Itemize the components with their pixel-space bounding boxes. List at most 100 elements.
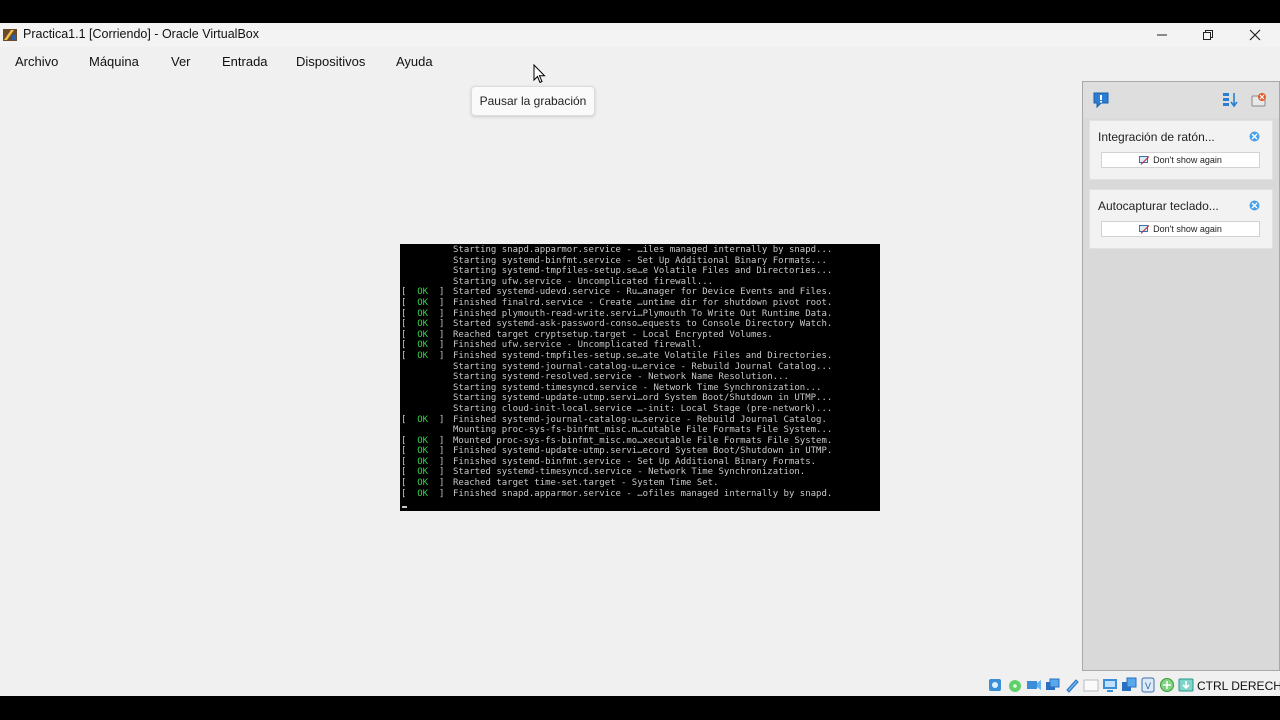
usb-icon[interactable] (1064, 677, 1080, 693)
ok-status: OK (417, 297, 429, 308)
notification-title: Integración de ratón... (1098, 130, 1215, 144)
capture-icon[interactable]: V (1140, 677, 1156, 693)
boot-message: Starting systemd-update-utmp.servi…ord S… (453, 393, 833, 404)
boot-message: Finished plymouth-read-write.servi…Plymo… (453, 308, 833, 319)
boot-status: [ OK ] (401, 308, 445, 319)
boot-log-line: [ OK ] Finished snapd.apparmor.service - … (401, 489, 879, 500)
boot-status: [ OK ] (401, 350, 445, 361)
mouse-cursor-icon (533, 64, 546, 84)
close-button[interactable] (1232, 23, 1278, 47)
menu-archivo[interactable]: Archivo (15, 54, 58, 69)
boot-message: Starting systemd-timesyncd.service - Net… (453, 382, 822, 393)
clear-notifications-icon[interactable] (1250, 91, 1268, 109)
boot-log-line: [ OK ] Finished systemd-journal-catalog-u… (401, 415, 879, 426)
boot-message: Starting systemd-journal-catalog-u…ervic… (453, 361, 833, 372)
boot-log-line: Starting systemd-timesyncd.service - Net… (401, 383, 879, 394)
boot-message: Finished systemd-binfmt.service - Set Up… (453, 456, 817, 467)
audio-icon[interactable] (1026, 677, 1042, 693)
boot-message: Finished systemd-update-utmp.servi…ecord… (453, 446, 833, 457)
boot-status: [ OK ] (401, 414, 445, 425)
ok-status: OK (417, 446, 429, 457)
title-bar[interactable]: Practica1.1 [Corriendo] - Oracle Virtual… (0, 23, 1280, 47)
boot-message: Starting ufw.service - Uncomplicated fir… (453, 276, 714, 287)
boot-status: [ OK ] (401, 297, 445, 308)
boot-message: Reached target cryptsetup.target - Local… (453, 329, 773, 340)
boot-log-line: [ OK ] Finished systemd-binfmt.service - … (401, 457, 879, 468)
boot-status: [ OK ] (401, 488, 445, 499)
display-icon[interactable] (1102, 677, 1118, 693)
boot-log: Starting snapd.apparmor.service - …iles … (401, 245, 879, 499)
network-icon[interactable] (1045, 677, 1061, 693)
vm-console-screen[interactable]: Starting snapd.apparmor.service - …iles … (400, 244, 880, 511)
boot-status: [ OK ] (401, 329, 445, 340)
sort-notifications-icon[interactable] (1221, 91, 1239, 109)
close-notification-icon[interactable] (1249, 131, 1260, 142)
boot-status: [ OK ] (401, 319, 445, 330)
svg-text:V: V (1145, 682, 1152, 692)
boot-message: Finished systemd-journal-catalog-u…servi… (453, 414, 827, 425)
ok-status: OK (417, 319, 429, 330)
boot-message: Starting systemd-resolved.service - Netw… (453, 372, 789, 383)
restore-icon (1203, 30, 1213, 40)
dont-show-again-button[interactable]: Don't show again (1101, 152, 1260, 168)
menu-ver[interactable]: Ver (171, 54, 191, 69)
recording-icon[interactable] (1121, 677, 1137, 693)
keyboard-icon[interactable] (1178, 677, 1194, 693)
minimize-icon (1157, 34, 1167, 36)
boot-message: Started systemd-timesyncd.service - Netw… (453, 467, 806, 478)
virtualbox-window: Practica1.1 [Corriendo] - Oracle Virtual… (0, 23, 1280, 696)
notification-center: Integración de ratón... Don't show again… (1082, 81, 1280, 671)
ok-status: OK (417, 340, 429, 351)
boot-message: Starting cloud-init-local.service …-init… (453, 403, 833, 414)
menu-entrada[interactable]: Entrada (222, 54, 268, 69)
host-key-label: CTRL DERECHA (1197, 679, 1280, 693)
minimize-button[interactable] (1139, 23, 1185, 47)
status-bar: V CTRL DERECHA (0, 675, 1280, 695)
optical-drive-icon[interactable] (1007, 677, 1023, 693)
boot-log-line: [ OK ] Mounted proc-sys-fs-binfmt_misc.mo… (401, 436, 879, 447)
boot-status: [ OK ] (401, 456, 445, 467)
boot-log-line: [ OK ] Finished plymouth-read-write.servi… (401, 309, 879, 320)
boot-log-line: [ OK ] Finished systemd-tmpfiles-setup.se… (401, 351, 879, 362)
menu-ayuda[interactable]: Ayuda (396, 54, 433, 69)
boot-message: Finished finalrd.service - Create …untim… (453, 297, 833, 308)
restore-button[interactable] (1185, 23, 1231, 47)
ok-status: OK (417, 488, 429, 499)
console-cursor (402, 506, 407, 508)
boot-log-line: Starting snapd.apparmor.service - …iles … (401, 245, 879, 256)
boot-message: Reached target time-set.target - System … (453, 478, 719, 489)
boot-log-line: [ OK ] Started systemd-udevd.service - Ru… (401, 287, 879, 298)
menu-dispositivos[interactable]: Dispositivos (296, 54, 365, 69)
dont-show-again-button[interactable]: Don't show again (1101, 221, 1260, 237)
ok-status: OK (417, 329, 429, 340)
boot-status: [ OK ] (401, 340, 445, 351)
boot-message: Finished ufw.service - Uncomplicated fir… (453, 340, 703, 351)
notification-info-icon[interactable] (1092, 91, 1110, 109)
boot-message: Starting systemd-binfmt.service - Set Up… (453, 255, 827, 266)
close-notification-icon[interactable] (1249, 200, 1260, 211)
mouse-integration-icon[interactable] (1159, 677, 1175, 693)
boot-message: Starting systemd-tmpfiles-setup.se…e Vol… (453, 266, 833, 277)
boot-log-line: Starting systemd-journal-catalog-u…ervic… (401, 362, 879, 373)
hard-disk-icon[interactable] (987, 677, 1003, 693)
ok-status: OK (417, 435, 429, 446)
boot-log-line: Starting systemd-tmpfiles-setup.se…e Vol… (401, 266, 879, 277)
boot-message: Mounted proc-sys-fs-binfmt_misc.mo…xecut… (453, 435, 833, 446)
pause-recording-tooltip: Pausar la grabación (471, 86, 595, 116)
notification-keyboard-autocapture: Autocapturar teclado... Don't show again (1089, 189, 1273, 249)
shared-folders-icon[interactable] (1083, 677, 1099, 693)
notification-center-header (1083, 82, 1279, 118)
boot-log-line: Starting cloud-init-local.service …-init… (401, 404, 879, 415)
boot-log-line: [ OK ] Reached target cryptsetup.target -… (401, 330, 879, 341)
boot-log-line: [ OK ] Finished systemd-update-utmp.servi… (401, 446, 879, 457)
dont-show-icon (1139, 224, 1150, 234)
boot-log-line: Mounting proc-sys-fs-binfmt_misc.m…cutab… (401, 425, 879, 436)
ok-status: OK (417, 456, 429, 467)
boot-log-line: Starting ufw.service - Uncomplicated fir… (401, 277, 879, 288)
menu-maquina[interactable]: Máquina (89, 54, 139, 69)
window-title: Practica1.1 [Corriendo] - Oracle Virtual… (23, 27, 259, 41)
boot-log-line: Starting systemd-binfmt.service - Set Up… (401, 256, 879, 267)
notification-title: Autocapturar teclado... (1098, 199, 1219, 213)
boot-status: [ OK ] (401, 467, 445, 478)
boot-log-line: Starting systemd-resolved.service - Netw… (401, 372, 879, 383)
